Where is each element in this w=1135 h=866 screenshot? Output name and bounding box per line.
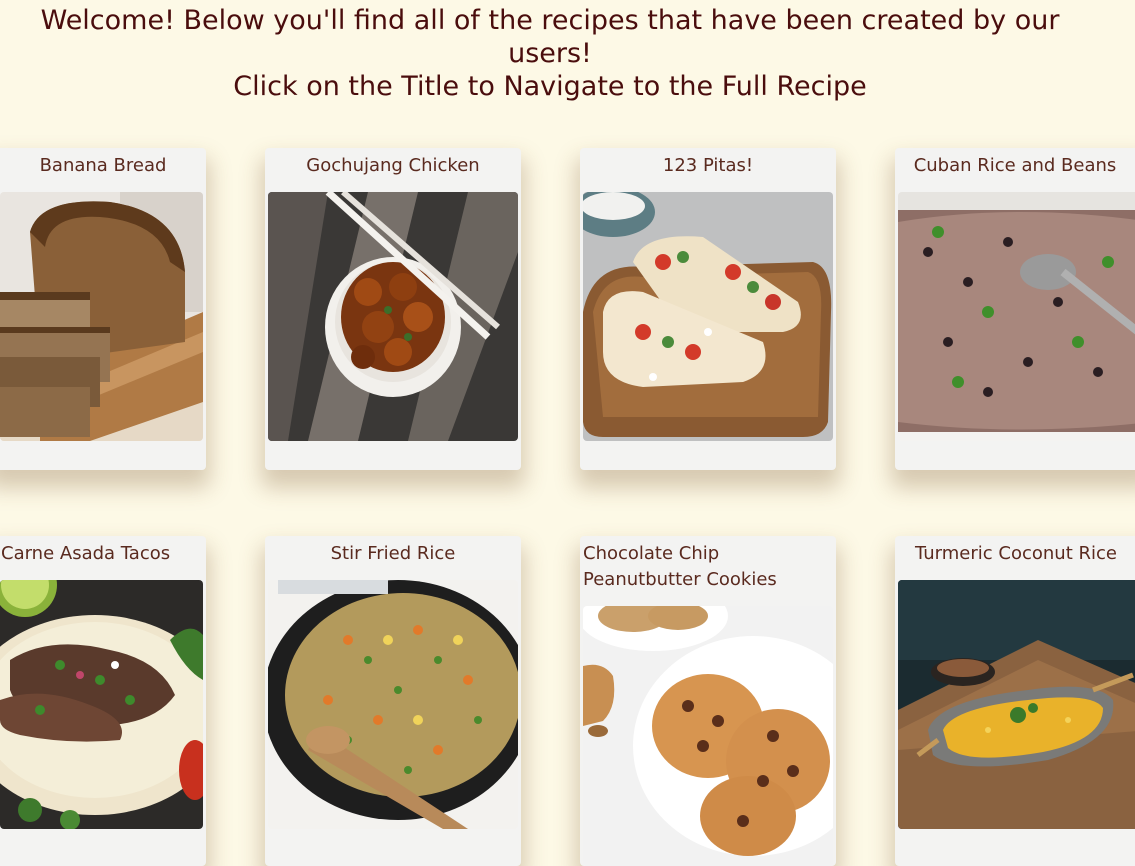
recipe-image: [898, 192, 1135, 441]
recipe-title-link[interactable]: Gochujang Chicken: [265, 153, 521, 179]
recipe-title-link[interactable]: Stir Fried Rice: [265, 541, 521, 567]
recipe-card-turmeric-coconut-rice: Turmeric Coconut Rice: [895, 536, 1135, 866]
recipe-title-link[interactable]: Chocolate Chip Peanutbutter Cookies: [581, 541, 832, 593]
recipe-card-stir-fried-rice: Stir Fried Rice: [265, 536, 521, 866]
recipe-image: [583, 606, 833, 866]
recipe-image: [0, 192, 203, 441]
recipe-card-chocolate-chip-peanutbutter-cookies: Chocolate Chip Peanutbutter Cookies: [580, 536, 836, 866]
recipe-card-gochujang-chicken: Gochujang Chicken: [265, 148, 521, 470]
welcome-line-2: Click on the Title to Navigate to the Fu…: [233, 71, 867, 102]
recipe-title-link[interactable]: Banana Bread: [0, 153, 206, 179]
recipe-image: [583, 192, 833, 441]
recipe-card-pitas: 123 Pitas!: [580, 148, 836, 470]
recipe-card-carne-asada-tacos: Carne Asada Tacos: [0, 536, 206, 866]
recipe-title-link[interactable]: Cuban Rice and Beans: [895, 153, 1135, 179]
recipe-card-banana-bread: Banana Bread: [0, 148, 206, 470]
recipe-image: [268, 580, 518, 829]
welcome-line-1: Welcome! Below you'll find all of the re…: [40, 5, 1060, 69]
recipe-image: [898, 580, 1135, 829]
recipe-image: [268, 192, 518, 441]
recipe-image: [0, 580, 203, 829]
recipe-title-link[interactable]: Carne Asada Tacos: [0, 541, 206, 567]
welcome-heading: Welcome! Below you'll find all of the re…: [0, 4, 1100, 103]
recipe-title-link[interactable]: Turmeric Coconut Rice: [895, 541, 1135, 567]
recipe-card-cuban-rice-and-beans: Cuban Rice and Beans: [895, 148, 1135, 470]
recipe-title-link[interactable]: 123 Pitas!: [580, 153, 836, 179]
